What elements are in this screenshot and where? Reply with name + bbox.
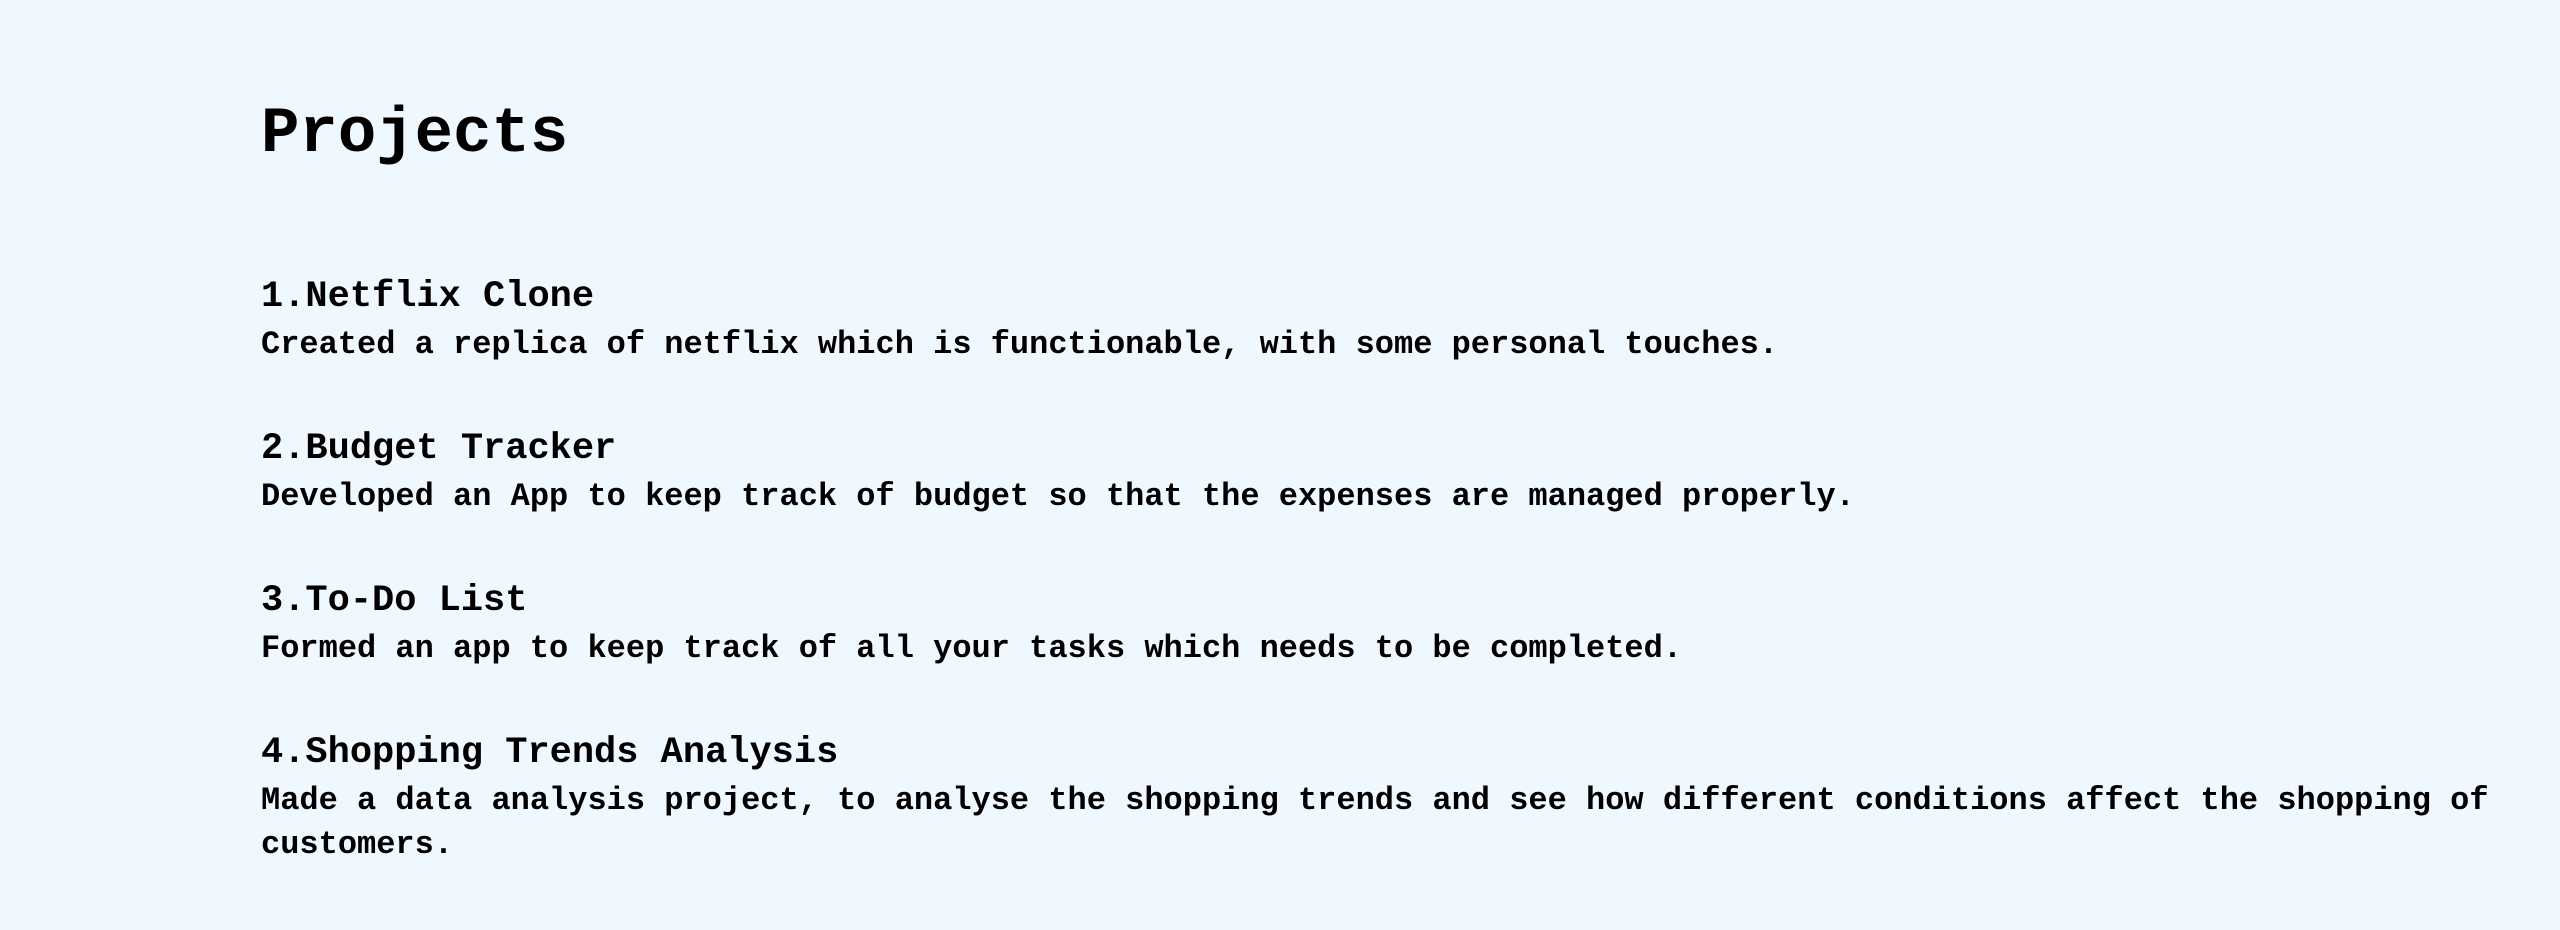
project-item: 1.Netflix Clone Created a replica of net… <box>261 275 2520 367</box>
project-list: 1.Netflix Clone Created a replica of net… <box>261 275 2520 867</box>
project-description: Created a replica of netflix which is fu… <box>261 326 1779 363</box>
project-description: Formed an app to keep track of all your … <box>261 630 1683 667</box>
project-title: 3.To-Do List <box>261 580 528 622</box>
project-title: 2.Budget Tracker <box>261 428 617 470</box>
project-description: Developed an App to keep track of budget… <box>261 478 1855 515</box>
project-item: 4.Shopping Trends Analysis Made a data a… <box>261 731 2520 867</box>
page-title: Projects <box>261 99 569 171</box>
project-title: 4.Shopping Trends Analysis <box>261 732 839 774</box>
project-description: Made a data analysis project, to analyse… <box>261 782 2489 863</box>
project-title: 1.Netflix Clone <box>261 276 595 318</box>
projects-section: Projects 1.Netflix Clone Created a repli… <box>0 0 2560 867</box>
project-item: 3.To-Do List Formed an app to keep track… <box>261 579 2520 671</box>
project-item: 2.Budget Tracker Developed an App to kee… <box>261 427 2520 519</box>
